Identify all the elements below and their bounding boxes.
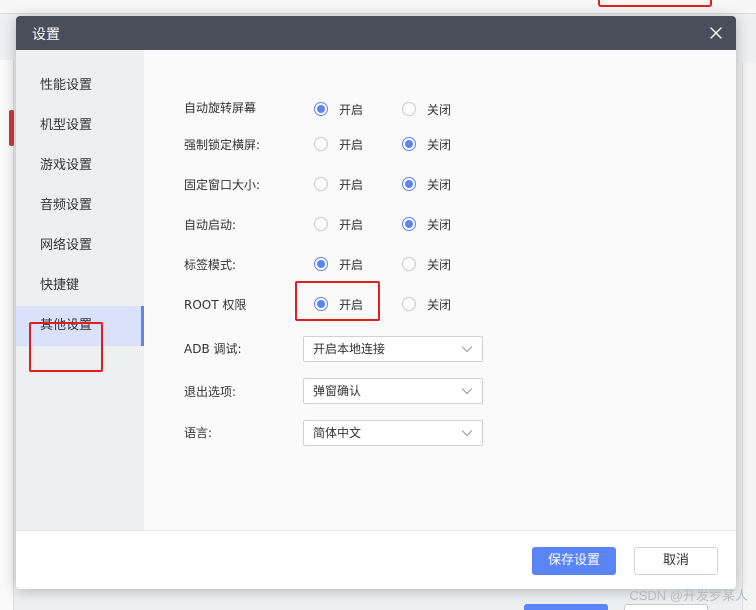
chevron-down-icon: [461, 346, 473, 353]
auto-start-on-label: 开启: [339, 218, 364, 232]
tab-mode-on-label: 开启: [339, 258, 364, 272]
tab-mode-on-radio[interactable]: [314, 257, 328, 271]
sidebar-item-shortcuts[interactable]: 快捷键: [16, 266, 144, 306]
close-icon: [710, 27, 722, 39]
chevron-down-icon: [461, 388, 473, 395]
fixed-window-off-radio[interactable]: [402, 177, 416, 191]
fixed-window-off-label: 关闭: [427, 178, 452, 192]
setting-label-exit: 退出选项:: [184, 385, 237, 399]
setting-label-lock-landscape: 强制锁定横屏:: [184, 138, 261, 152]
setting-label-root: ROOT 权限: [184, 298, 247, 312]
chevron-down-icon: [461, 430, 473, 437]
dialog-footer: 保存设置 取消: [16, 530, 736, 589]
lock-landscape-on-label: 开启: [339, 138, 364, 152]
exit-option-value: 弹窗确认: [313, 384, 362, 398]
background-marker: [9, 110, 14, 146]
setting-label-tab-mode: 标签模式:: [184, 258, 237, 272]
root-on-radio[interactable]: [314, 297, 328, 311]
fixed-window-on-label: 开启: [339, 178, 364, 192]
background-primary-button: [524, 604, 608, 610]
background-left-panel: [0, 60, 14, 610]
sidebar-item-model[interactable]: 机型设置: [16, 106, 144, 146]
auto-start-off-radio[interactable]: [402, 217, 416, 231]
setting-label-auto-rotate: 自动旋转屏幕: [184, 101, 257, 115]
tab-mode-off-radio[interactable]: [402, 257, 416, 271]
auto-start-off-label: 关闭: [427, 218, 452, 232]
lock-landscape-off-radio[interactable]: [402, 137, 416, 151]
language-value: 简体中文: [313, 426, 362, 440]
settings-dialog: 设置 性能设置 机型设置 游戏设置 音频设置 网络设置 快捷键 其他设置 自动旋…: [16, 16, 736, 589]
exit-option-select[interactable]: 弹窗确认: [303, 378, 483, 404]
dialog-title: 设置: [32, 27, 60, 43]
lock-landscape-on-radio[interactable]: [314, 137, 328, 151]
cancel-button[interactable]: 取消: [634, 547, 718, 575]
auto-start-on-radio[interactable]: [314, 217, 328, 231]
root-highlight-box: [295, 281, 380, 321]
settings-content: 自动旋转屏幕 开启 关闭 强制锁定横屏: 开启 关闭 固定窗口大小: 开启 关闭…: [144, 50, 736, 530]
background-secondary-button: [624, 604, 708, 610]
sidebar-item-performance[interactable]: 性能设置: [16, 66, 144, 106]
language-select[interactable]: 简体中文: [303, 420, 483, 446]
setting-label-adb: ADB 调试:: [184, 342, 242, 356]
sidebar-item-other[interactable]: 其他设置: [16, 306, 144, 346]
auto-rotate-on-radio[interactable]: [314, 102, 328, 116]
watermark: CSDN @开发罗某人: [629, 588, 748, 603]
auto-rotate-off-label: 关闭: [427, 103, 452, 117]
dialog-header: 设置: [16, 16, 736, 50]
auto-rotate-off-radio[interactable]: [402, 102, 416, 116]
setting-label-fixed-window: 固定窗口大小:: [184, 178, 261, 192]
root-off-label: 关闭: [427, 298, 452, 312]
setting-label-auto-start: 自动启动:: [184, 218, 237, 232]
adb-debug-select[interactable]: 开启本地连接: [303, 336, 483, 362]
fixed-window-on-radio[interactable]: [314, 177, 328, 191]
root-off-radio[interactable]: [402, 297, 416, 311]
close-button[interactable]: [706, 23, 726, 43]
root-on-label: 开启: [339, 298, 364, 312]
sidebar-item-game[interactable]: 游戏设置: [16, 146, 144, 186]
lock-landscape-off-label: 关闭: [427, 138, 452, 152]
tab-mode-off-label: 关闭: [427, 258, 452, 272]
settings-sidebar: 性能设置 机型设置 游戏设置 音频设置 网络设置 快捷键 其他设置: [16, 50, 144, 530]
setting-label-language: 语言:: [184, 426, 213, 440]
sidebar-item-network[interactable]: 网络设置: [16, 226, 144, 266]
adb-debug-value: 开启本地连接: [313, 342, 386, 356]
save-button[interactable]: 保存设置: [532, 547, 616, 575]
background-highlight-box: [598, 0, 712, 7]
background-right-panel: [742, 62, 756, 610]
sidebar-item-audio[interactable]: 音频设置: [16, 186, 144, 226]
auto-rotate-on-label: 开启: [339, 103, 364, 117]
